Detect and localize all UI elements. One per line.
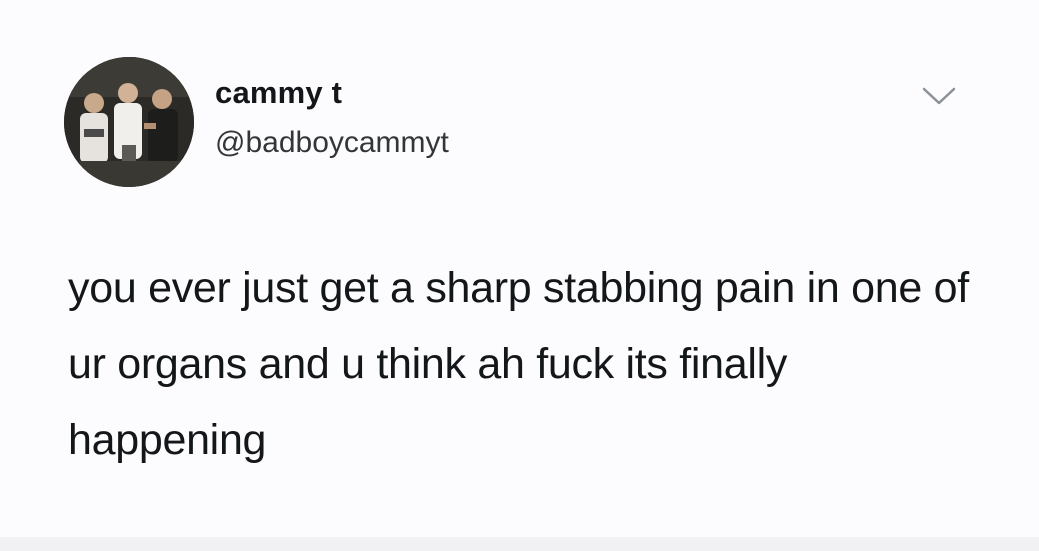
avatar-photo-icon: [64, 57, 194, 187]
tweet-text: you ever just get a sharp stabbing pain …: [68, 264, 969, 464]
profile-avatar[interactable]: [64, 57, 194, 187]
author-display-name[interactable]: cammy t: [215, 74, 342, 112]
bottom-divider: [0, 537, 1039, 551]
tweet-card: cammy t @badboycammyt you ever just get …: [0, 0, 1039, 537]
author-handle[interactable]: @badboycammyt: [215, 125, 449, 161]
chevron-down-icon[interactable]: [920, 84, 958, 108]
